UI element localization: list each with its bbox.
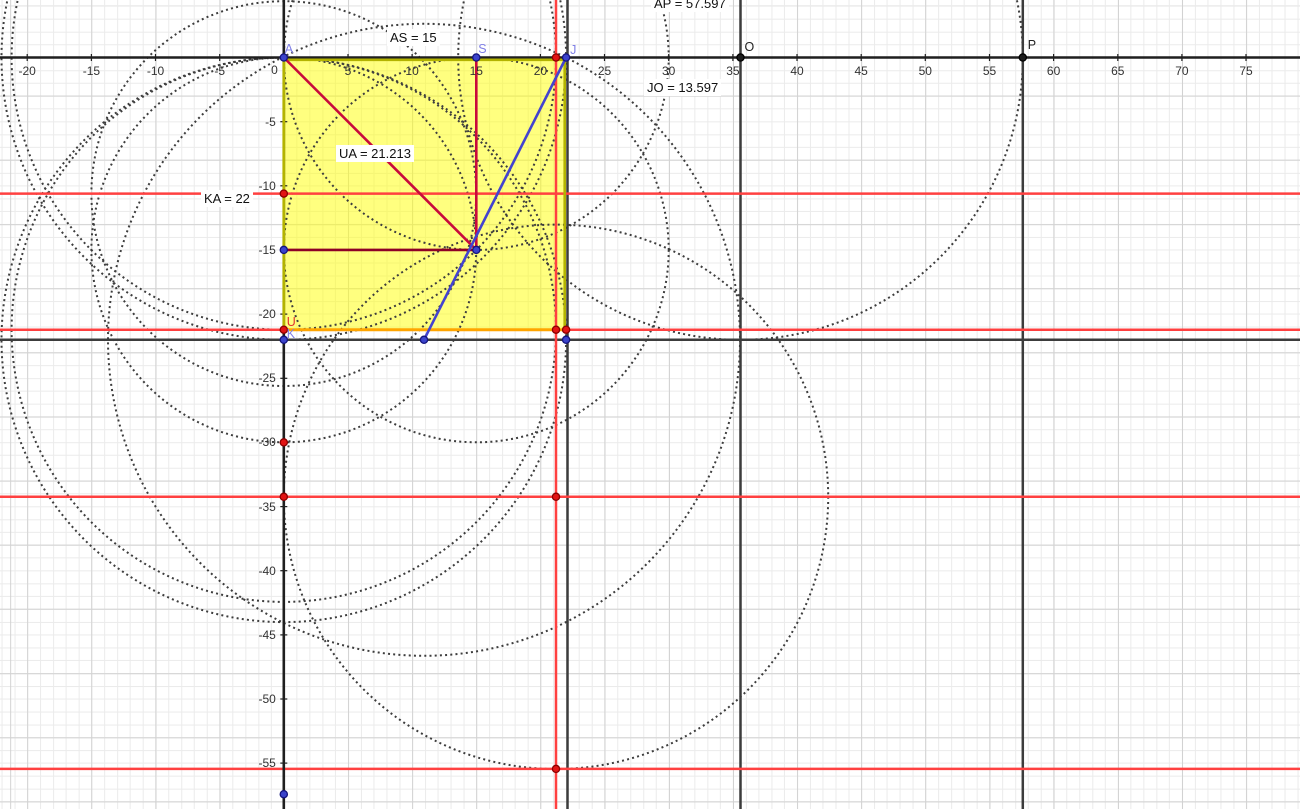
point-c2[interactable]	[563, 326, 570, 333]
point-M[interactable]	[473, 246, 480, 253]
point-K-label[interactable]: K	[287, 328, 295, 341]
point-A-label[interactable]: A	[285, 43, 293, 56]
point-y30[interactable]	[280, 439, 287, 446]
point-y57[interactable]	[280, 791, 287, 798]
point-S-label[interactable]: S	[478, 43, 486, 56]
point-v2[interactable]	[552, 765, 559, 772]
point-P-label[interactable]: P	[1028, 39, 1036, 52]
point-N[interactable]	[280, 246, 287, 253]
point-y34[interactable]	[280, 493, 287, 500]
point-y10[interactable]	[280, 190, 287, 197]
point-P[interactable]	[1019, 54, 1026, 61]
point-c3[interactable]	[563, 336, 570, 343]
label-KA[interactable]: KA = 22	[201, 190, 253, 207]
point-c1[interactable]	[552, 326, 559, 333]
label-UA[interactable]: UA = 21.213	[336, 145, 414, 162]
label-AS[interactable]: AS = 15	[387, 29, 440, 46]
point-J-label[interactable]: J	[570, 44, 576, 57]
point-x21[interactable]	[552, 54, 559, 61]
point-v1[interactable]	[552, 493, 559, 500]
label-JO[interactable]: JO = 13.597	[644, 79, 721, 96]
point-O[interactable]	[737, 54, 744, 61]
construction-canvas	[0, 0, 1300, 809]
point-J[interactable]	[563, 54, 570, 61]
point-O-label[interactable]: O	[745, 41, 755, 54]
point-B[interactable]	[420, 336, 427, 343]
geometry-graphics-view[interactable]: AS = 15 AP = 57.597 JO = 13.597 UA = 21.213…	[0, 0, 1300, 809]
label-AP[interactable]: AP = 57.597	[651, 0, 729, 12]
